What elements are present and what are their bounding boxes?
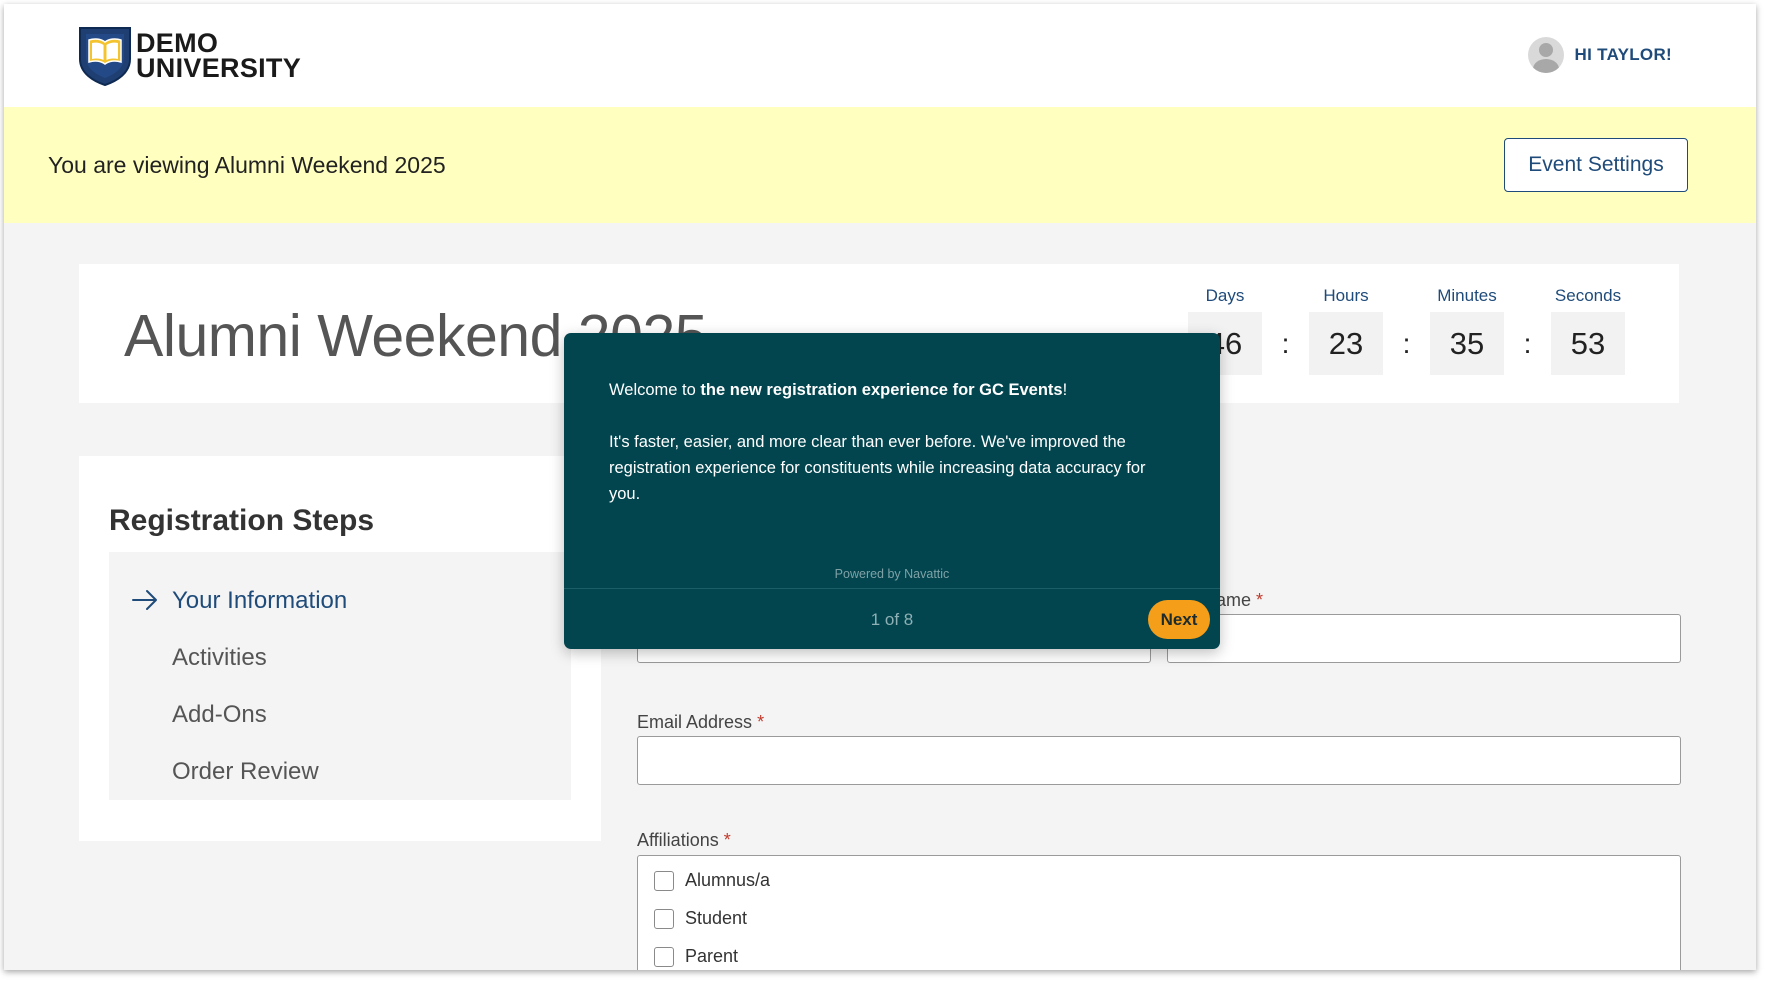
steps-title: Registration Steps [109,504,375,537]
last-name-field[interactable] [1167,614,1681,663]
checkbox[interactable] [654,870,674,891]
tour-divider [564,588,1220,589]
tour-welcome: Welcome to the new registration experien… [609,377,1179,403]
checkbox[interactable] [654,946,674,967]
affiliations-label: Affiliations * [637,830,731,851]
countdown-separator: : [1523,328,1532,359]
university-logo[interactable]: DEMO UNIVERSITY [77,25,301,87]
logo-wordmark: DEMO UNIVERSITY [136,30,302,83]
countdown-timer: Days 46 : Hours 23 : Minutes 35 : Second… [1188,286,1625,375]
product-tour-popup: Welcome to the new registration experien… [564,333,1220,649]
step-label: Activities [172,643,267,671]
countdown-label: Hours [1323,286,1369,305]
banner-text: You are viewing Alumni Weekend 2025 [48,152,446,178]
countdown-minutes: Minutes 35 [1430,286,1504,375]
countdown-label: Seconds [1554,286,1622,305]
countdown-hours: Hours 23 [1309,286,1383,375]
tour-welcome-bold: the new registration experience for GC E… [700,381,1063,399]
affiliations-label-text: Affiliations [637,830,719,850]
required-asterisk: * [757,712,765,732]
step-activities[interactable]: Activities [109,629,571,686]
user-avatar-icon[interactable] [1527,37,1564,73]
countdown-value: 35 [1430,312,1504,375]
tour-next-button[interactable]: Next [1148,600,1210,639]
email-label: Email Address * [637,712,764,733]
tour-step-counter: 1 of 8 [870,610,914,629]
user-greeting[interactable]: HI TAYLOR! [1575,45,1672,65]
step-order-review[interactable]: Order Review [109,743,571,800]
event-settings-button[interactable]: Event Settings [1504,138,1688,192]
required-asterisk: * [1256,590,1264,610]
tour-powered-by[interactable]: Powered by Navattic [564,567,1220,581]
steps-list: Your Information Activities Add-Ons Orde… [109,552,571,800]
step-label: Order Review [172,757,319,785]
step-your-information[interactable]: Your Information [109,572,571,629]
affiliation-alumnus[interactable]: Alumnus/a [654,870,770,891]
step-label: Add-Ons [172,700,267,728]
affiliation-label: Alumnus/a [685,870,771,890]
shield-book-icon [79,27,131,87]
last-name-label-text: ame [1216,590,1252,610]
affiliations-group: Alumnus/a Student Parent [637,855,1681,970]
affiliation-parent[interactable]: Parent [654,946,738,967]
affiliation-label: Student [685,908,748,928]
tour-welcome-prefix: Welcome to [609,381,701,399]
last-name-label: ame * [1216,590,1263,611]
countdown-separator: : [1402,328,1411,359]
affiliation-student[interactable]: Student [654,908,747,929]
arrow-right-icon [132,590,157,610]
viewing-banner: You are viewing Alumni Weekend 2025 Even… [4,107,1756,223]
email-label-text: Email Address [637,712,753,732]
app-window: DEMO UNIVERSITY HI TAYLOR! You are viewi… [4,4,1756,970]
countdown-label: Minutes [1437,286,1497,305]
affiliation-label: Parent [685,946,739,966]
step-label: Your Information [172,586,348,614]
email-field[interactable] [637,736,1681,785]
user-menu[interactable]: HI TAYLOR! [1527,37,1672,73]
checkbox[interactable] [654,908,674,929]
step-add-ons[interactable]: Add-Ons [109,686,571,743]
tour-description: It's faster, easier, and more clear than… [609,433,1146,503]
countdown-seconds: Seconds 53 [1551,286,1625,375]
top-header: DEMO UNIVERSITY HI TAYLOR! [4,4,1756,107]
tour-body: Welcome to the new registration experien… [609,377,1179,507]
countdown-value: 23 [1309,312,1383,375]
required-asterisk: * [723,830,731,850]
logo-line-2: UNIVERSITY [136,53,302,83]
registration-steps-card: Registration Steps Your Information Acti… [79,456,601,841]
tour-welcome-suffix: ! [1062,381,1068,399]
countdown-label: Days [1205,286,1245,305]
countdown-separator: : [1281,328,1290,359]
countdown-value: 53 [1551,312,1625,375]
